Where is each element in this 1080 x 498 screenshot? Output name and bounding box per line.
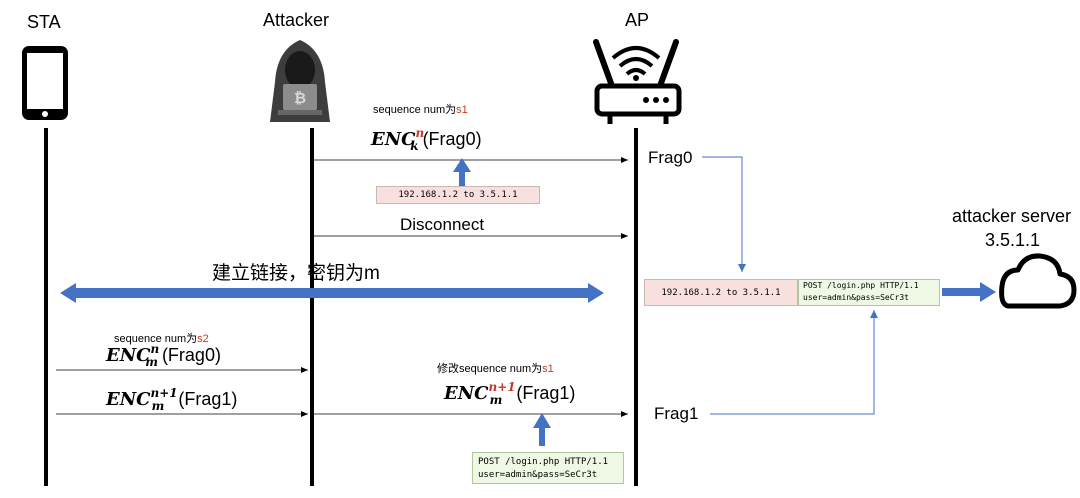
server-ip-header-text: 192.168.1.2 to 3.5.1.1 bbox=[661, 287, 781, 298]
enc-m1-frag1-label: ENCn+1m (Frag1) bbox=[106, 386, 237, 413]
server-http-line1: POST /login.php HTTP/1.1 bbox=[803, 281, 919, 290]
enc-m-frag0-label: ENCnm (Frag0) bbox=[106, 342, 221, 369]
enc-k-frag0-label: ENCnk (Frag0) bbox=[371, 126, 482, 153]
http-line1: POST /login.php HTTP/1.1 bbox=[478, 457, 609, 467]
enc-m1-modified-label: ENCn+1m (Frag1) bbox=[444, 380, 575, 407]
hacker-icon: ₿ bbox=[270, 40, 330, 122]
to-server-arrow bbox=[942, 282, 996, 302]
enc-mod-sup: n+1 bbox=[488, 380, 516, 394]
server-http-line2: user=admin&pass=SeCr3t bbox=[803, 293, 909, 302]
ap-frag0-label: Frag0 bbox=[648, 148, 693, 167]
enc-m1-sub: m bbox=[151, 399, 165, 413]
ip-header-box: 192.168.1.2 to 3.5.1.1 bbox=[376, 186, 540, 204]
cloud-icon bbox=[999, 253, 1077, 309]
seq-s1-prefix: sequence num为 bbox=[373, 104, 457, 116]
http-payload-box: POST /login.php HTTP/1.1 user=admin&pass… bbox=[472, 452, 624, 484]
enc-m-frag0-text: (Frag0) bbox=[161, 345, 221, 365]
enc-k-frag-text: (Frag0) bbox=[422, 129, 482, 149]
ip-header-up-arrow bbox=[453, 158, 471, 186]
enc-m-sub: m bbox=[145, 355, 158, 369]
enc-k-sub: k bbox=[410, 139, 419, 153]
enc-mod-sub: m bbox=[489, 393, 503, 407]
frag1-connector bbox=[710, 310, 878, 415]
enc-m-base: ENC bbox=[106, 345, 151, 366]
establish-connection-arrow bbox=[60, 283, 604, 303]
ip-header-text: 192.168.1.2 to 3.5.1.1 bbox=[398, 190, 518, 200]
enc-m1-sup: n+1 bbox=[150, 386, 178, 400]
http-line2: user=admin&pass=SeCr3t bbox=[478, 470, 598, 480]
frag0-connector bbox=[702, 156, 746, 272]
phone-icon bbox=[22, 46, 68, 120]
ap-frag1-label: Frag1 bbox=[654, 404, 699, 423]
establish-label: 建立链接，密钥为m bbox=[212, 263, 380, 284]
enc-m1-frag1-text: (Frag1) bbox=[178, 389, 238, 409]
enc-k-base: ENC bbox=[371, 129, 416, 150]
diagram-graphics: ₿ bbox=[22, 39, 1077, 446]
server-http-box: POST /login.php HTTP/1.1 user=admin&pass… bbox=[798, 279, 940, 306]
enc-mod-base: ENC bbox=[444, 383, 489, 404]
disconnect-label: Disconnect bbox=[400, 215, 485, 234]
http-payload-up-arrow bbox=[533, 413, 551, 446]
modify-value: s1 bbox=[542, 363, 554, 375]
server-ip-header-box: 192.168.1.2 to 3.5.1.1 bbox=[644, 279, 798, 306]
modify-seq-note: 修改sequence num为s1 bbox=[437, 360, 554, 376]
modify-prefix: 修改sequence num为 bbox=[437, 363, 543, 375]
enc-m-sup: n bbox=[150, 342, 160, 356]
seq-s1-note: sequence num为s1 bbox=[373, 101, 468, 117]
enc-mod-frag1-text: (Frag1) bbox=[516, 383, 576, 403]
enc-m1-base: ENC bbox=[106, 389, 151, 410]
seq-s1-value: s1 bbox=[456, 104, 468, 116]
router-icon bbox=[593, 39, 682, 124]
svg-text:₿: ₿ bbox=[294, 89, 306, 107]
